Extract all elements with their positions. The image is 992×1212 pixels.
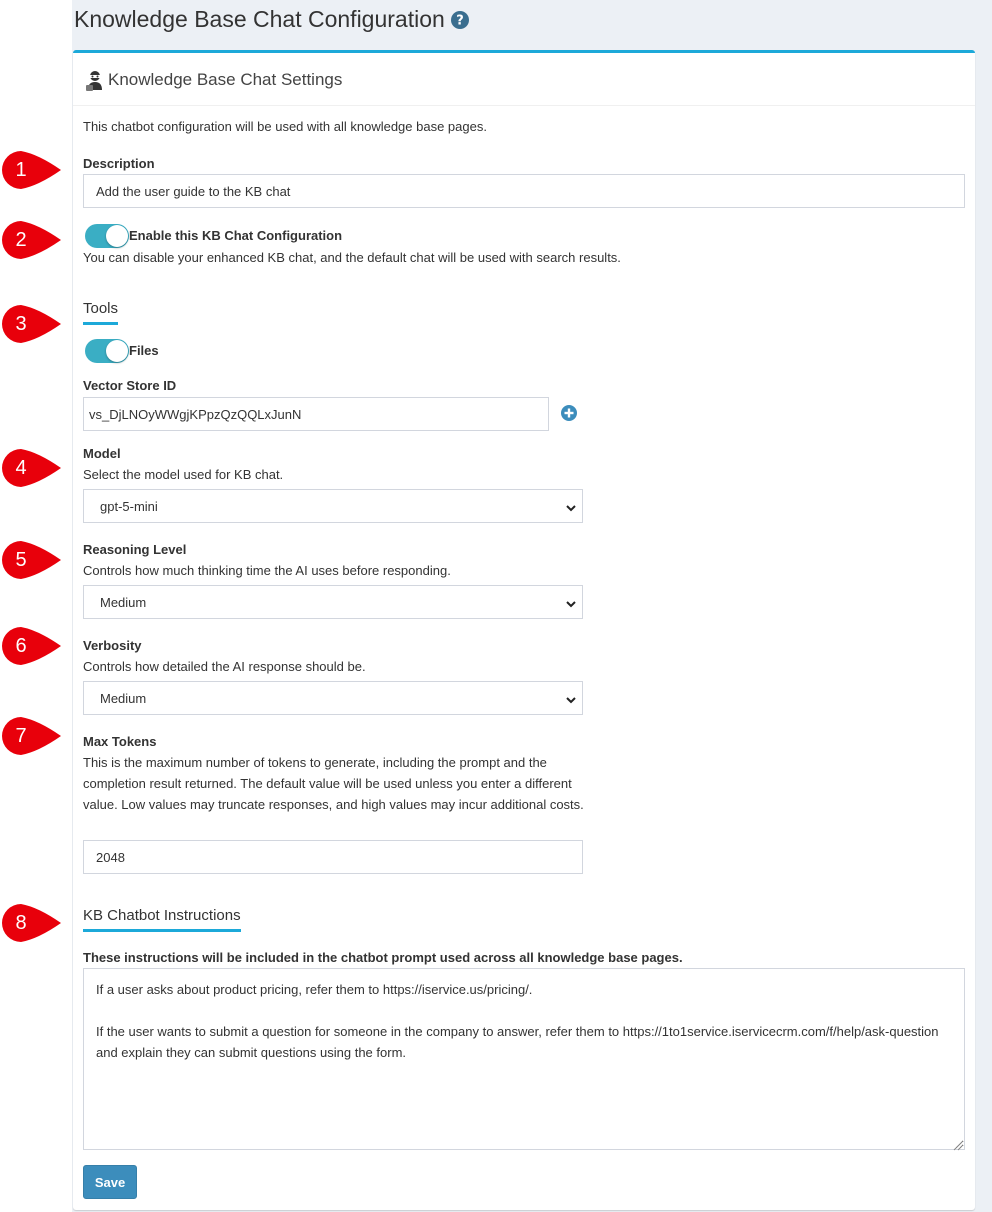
enable-toggle[interactable] <box>85 224 129 248</box>
model-label: Model <box>83 446 121 461</box>
verbosity-help-text: Controls how detailed the AI response sh… <box>83 659 366 674</box>
callout-number: 4 <box>15 456 27 479</box>
verbosity-selected-value: Medium <box>100 690 147 706</box>
enable-label: Enable this KB Chat Configuration <box>129 228 343 243</box>
callout-number: 6 <box>15 634 27 657</box>
reasoning-label: Reasoning Level <box>83 542 187 557</box>
svg-text:?: ? <box>456 13 464 28</box>
files-toggle[interactable] <box>85 339 129 363</box>
callout-number: 7 <box>15 724 27 747</box>
callout-marker-7: 7 <box>0 716 62 756</box>
chevron-down-icon <box>566 501 576 512</box>
instructions-heading: KB Chatbot Instructions <box>83 907 241 932</box>
enable-help-text: You can disable your enhanced KB chat, a… <box>83 250 621 265</box>
save-button[interactable]: Save <box>83 1165 137 1199</box>
callout-number: 2 <box>15 228 27 251</box>
reasoning-select[interactable]: Medium <box>83 585 583 619</box>
intro-text: This chatbot configuration will be used … <box>83 119 487 134</box>
callout-number: 3 <box>15 312 27 335</box>
max-tokens-input[interactable] <box>83 840 583 874</box>
callout-marker-3: 3 <box>0 304 62 344</box>
callout-marker-6: 6 <box>0 626 62 666</box>
toggle-knob <box>106 340 128 362</box>
instructions-textarea[interactable] <box>83 968 965 1150</box>
page-title-text: Knowledge Base Chat Configuration <box>74 6 445 32</box>
toggle-knob <box>106 225 128 247</box>
callout-marker-2: 2 <box>0 220 62 260</box>
callout-number: 5 <box>15 548 27 571</box>
verbosity-label: Verbosity <box>83 638 142 653</box>
chevron-down-icon <box>566 693 576 704</box>
chevron-down-icon <box>566 597 576 608</box>
callout-marker-4: 4 <box>0 448 62 488</box>
model-select[interactable]: gpt-5-mini <box>83 489 583 523</box>
tools-heading: Tools <box>83 300 119 325</box>
model-selected-value: gpt-5-mini <box>100 498 158 514</box>
max-tokens-label: Max Tokens <box>83 734 157 749</box>
vector-store-input[interactable] <box>83 397 549 431</box>
reasoning-help-text: Controls how much thinking time the AI u… <box>83 563 451 578</box>
resize-handle-icon[interactable] <box>953 1138 963 1151</box>
page-title: Knowledge Base Chat Configuration ? <box>74 6 469 33</box>
files-label: Files <box>129 343 159 358</box>
instructions-label: These instructions will be included in t… <box>83 950 683 965</box>
reasoning-selected-value: Medium <box>100 594 147 610</box>
description-input[interactable] <box>83 174 965 208</box>
add-vector-store-icon[interactable] <box>561 405 577 421</box>
description-label: Description <box>83 156 155 171</box>
callout-marker-5: 5 <box>0 540 62 580</box>
callout-number: 1 <box>15 158 27 181</box>
help-icon[interactable]: ? <box>450 10 469 29</box>
chatbot-icon <box>85 70 105 94</box>
panel-header: Knowledge Base Chat Settings <box>73 53 975 106</box>
callout-marker-8: 8 <box>0 903 62 943</box>
max-tokens-help-text: This is the maximum number of tokens to … <box>83 755 584 812</box>
verbosity-select[interactable]: Medium <box>83 681 583 715</box>
callout-marker-1: 1 <box>0 150 62 190</box>
callout-number: 8 <box>15 911 27 934</box>
panel-title: Knowledge Base Chat Settings <box>108 70 343 89</box>
vector-store-label: Vector Store ID <box>83 378 177 393</box>
model-help-text: Select the model used for KB chat. <box>83 467 284 482</box>
